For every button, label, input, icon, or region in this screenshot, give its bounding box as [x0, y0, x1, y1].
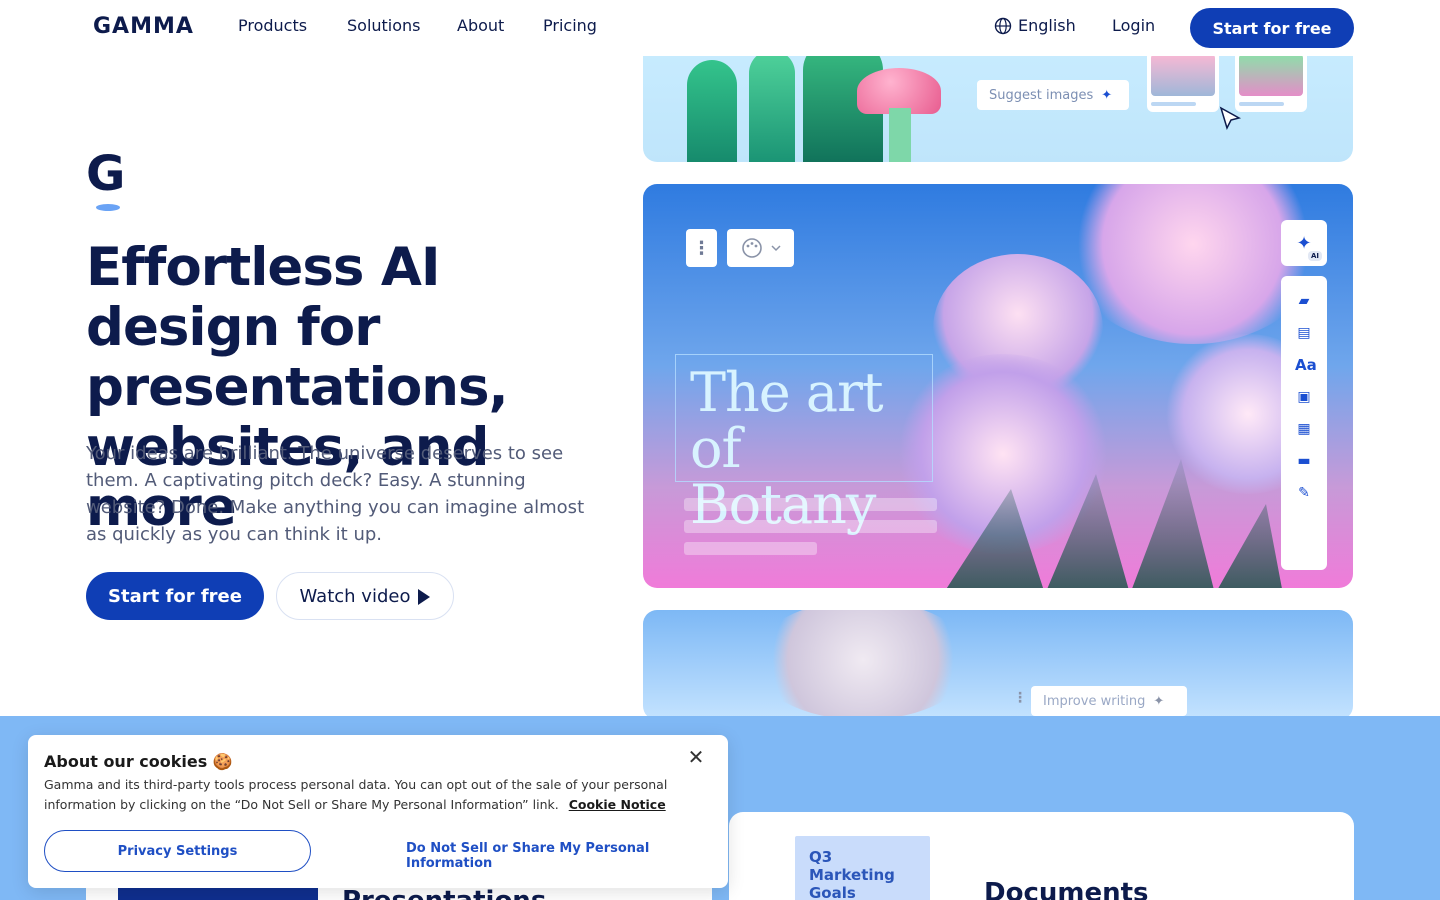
mushroom-stem-decor [889, 108, 911, 162]
cookie-text: Gamma and its third-party tools process … [44, 775, 684, 815]
sparkle-icon: ✦ [1101, 87, 1113, 103]
decor-stalk [687, 60, 737, 162]
showcase-card-botany: ⋮ The art of Botany ✦ AI ▰ ▤ Aa ▣ ▦ ▬ ✎ [643, 184, 1353, 588]
ai-badge: AI [1307, 251, 1322, 261]
nav-start-button[interactable]: Start for free [1190, 8, 1354, 48]
gamma-logo[interactable]: GAMMA [93, 14, 194, 39]
login-link[interactable]: Login [1112, 16, 1155, 35]
cursor-icon [1219, 106, 1242, 131]
cookie-notice-link[interactable]: Cookie Notice [569, 797, 666, 812]
decor-stalk [749, 50, 795, 162]
more-options-icon[interactable]: ⋮ [686, 229, 717, 267]
sparkle-icon: ✦ [1153, 693, 1165, 709]
watch-video-label: Watch video [299, 585, 411, 607]
language-selector[interactable]: English [994, 16, 1076, 35]
title-text-box[interactable]: The art of Botany [675, 354, 933, 533]
cookie-title: About our cookies 🍪 [44, 752, 233, 771]
hero-start-button[interactable]: Start for free [86, 572, 264, 620]
doc-preview-title: Q3 Marketing Goals [809, 848, 895, 900]
improve-writing-label: Improve writing [1043, 693, 1146, 709]
suggest-images-label: Suggest images [989, 87, 1094, 103]
cookie-banner: About our cookies 🍪 ✕ Gamma and its thir… [28, 735, 728, 888]
image-suggestion-thumb[interactable] [1235, 50, 1307, 112]
nav-about[interactable]: About [457, 16, 504, 35]
close-icon[interactable]: ✕ [686, 747, 706, 767]
presentation-preview [118, 886, 318, 900]
documents-title: Documents [984, 878, 1149, 900]
do-not-sell-link[interactable]: Do Not Sell or Share My Personal Informa… [406, 841, 728, 871]
nav-solutions[interactable]: Solutions [347, 16, 421, 35]
documents-card[interactable]: Q3 Marketing Goals Documents [729, 812, 1354, 900]
edit-icon[interactable]: ✎ [1295, 486, 1313, 500]
insert-toolbar: ▰ ▤ Aa ▣ ▦ ▬ ✎ [1281, 276, 1327, 570]
privacy-settings-button[interactable]: Privacy Settings [44, 830, 311, 872]
cards-icon[interactable]: ▰ [1295, 294, 1313, 308]
layout-icon[interactable]: ▤ [1295, 326, 1313, 340]
play-icon [418, 589, 431, 605]
improve-writing-button[interactable]: Improve writing ✦ [1031, 686, 1187, 716]
globe-icon [994, 17, 1012, 34]
nav-pricing[interactable]: Pricing [543, 16, 597, 35]
art-title-line2: of Botany [690, 417, 876, 536]
suggest-images-button[interactable]: Suggest images ✦ [977, 80, 1129, 110]
top-nav: GAMMA Products Solutions About Pricing E… [0, 0, 1440, 56]
image-icon[interactable]: ▣ [1295, 390, 1313, 404]
placeholder-text-line [684, 542, 817, 555]
ai-sparkle-icon: ✦ [1296, 232, 1312, 254]
gamma-mark-icon: G [86, 150, 130, 214]
ai-tool-button[interactable]: ✦ AI [1281, 220, 1327, 266]
embed-icon[interactable]: ▬ [1295, 454, 1313, 468]
text-icon[interactable]: Aa [1295, 358, 1317, 373]
watch-video-button[interactable]: Watch video [276, 572, 454, 620]
presentations-title: Presentations [342, 886, 546, 900]
image-suggestion-thumb[interactable] [1147, 50, 1219, 112]
placeholder-text-line [684, 520, 937, 533]
language-label: English [1018, 16, 1076, 35]
drag-handle-icon[interactable]: ⋮ [1013, 690, 1027, 712]
placeholder-text-line [684, 498, 937, 511]
nav-products[interactable]: Products [238, 16, 307, 35]
chevron-down-icon [770, 245, 781, 252]
showcase-card-writing: ⋮ Improve writing ✦ [643, 610, 1353, 720]
cloud-decor [753, 610, 973, 720]
palette-icon [741, 238, 762, 258]
doc-preview: Q3 Marketing Goals [795, 836, 930, 900]
theme-picker-button[interactable] [727, 229, 794, 267]
art-title-line1: The art [690, 361, 884, 424]
showcase-card-images: Suggest images ✦ [643, 40, 1353, 162]
hero-subtext: Your ideas are brilliant. The universe d… [86, 443, 585, 545]
video-icon[interactable]: ▦ [1295, 422, 1313, 436]
